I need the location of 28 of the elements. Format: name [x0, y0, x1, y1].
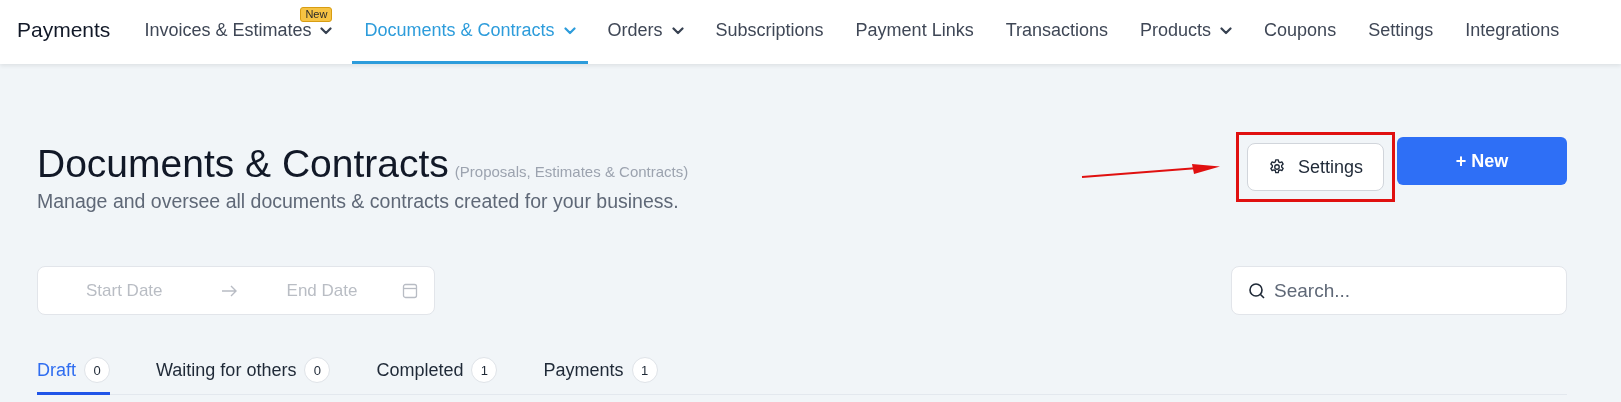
- nav-tab[interactable]: New Invoices & Estimates: [132, 0, 345, 64]
- nav-tab[interactable]: Payment Links: [843, 0, 986, 64]
- status-tab[interactable]: Waiting for others 0: [156, 357, 331, 395]
- count-badge: 0: [84, 357, 110, 383]
- new-button[interactable]: + New: [1397, 137, 1567, 185]
- status-tab[interactable]: Draft 0: [37, 357, 110, 395]
- status-tab[interactable]: Completed 1: [376, 357, 498, 395]
- search-field[interactable]: Search...: [1231, 266, 1567, 315]
- status-tab[interactable]: Payments 1: [543, 357, 658, 395]
- page-title-note: (Proposals, Estimates & Contracts): [454, 163, 689, 180]
- count-badge: 1: [631, 357, 658, 383]
- nav-tab[interactable]: Subscriptions: [703, 0, 836, 64]
- nav-tab[interactable]: Orders: [595, 0, 696, 64]
- nav-tab[interactable]: Products: [1128, 0, 1245, 64]
- page-title: Documents & Contracts: [37, 142, 449, 186]
- nav-tab[interactable]: Integrations: [1453, 0, 1572, 64]
- calendar-icon: [402, 282, 418, 299]
- page-subtitle: Manage and oversee all documents & contracts created for your business.: [37, 190, 680, 213]
- app-title: Payments: [17, 18, 111, 42]
- settings-button[interactable]: Settings: [1246, 143, 1384, 191]
- settings-icon: [1267, 158, 1286, 176]
- arrow-right-icon: [220, 284, 237, 297]
- new-badge: New: [300, 7, 333, 22]
- nav-tab[interactable]: Coupons: [1252, 0, 1349, 64]
- count-badge: 1: [471, 357, 498, 383]
- nav-tab[interactable]: Settings: [1356, 0, 1446, 64]
- nav-tab[interactable]: Transactions: [993, 0, 1121, 64]
- count-badge: 0: [304, 357, 331, 383]
